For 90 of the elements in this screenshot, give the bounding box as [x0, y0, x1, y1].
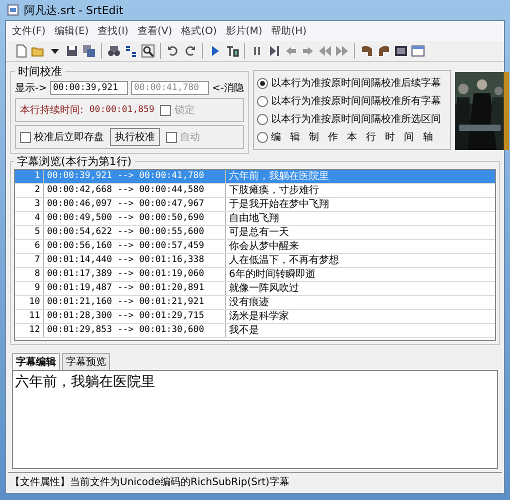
subtitle-text: 自由地飞翔 — [228, 212, 280, 225]
subtitle-row[interactable]: 10 00:01:21,160 --> 00:01:21,921 没有痕迹 — [15, 296, 495, 310]
subtitle-text: 下肢瘫痪，寸步难行 — [228, 184, 320, 197]
subtitle-row[interactable]: 11 00:01:28,300 --> 00:01:29,715 汤米是科学家 — [15, 310, 495, 324]
hide-label: <-消隐 — [212, 82, 244, 95]
tab[interactable]: 字幕编辑 — [12, 353, 60, 370]
time-range: 00:01:21,160 --> 00:01:21,921 — [44, 296, 226, 309]
save-icon[interactable] — [65, 44, 79, 58]
menu-item[interactable]: 编辑(E) — [54, 24, 89, 38]
row-number: 9 — [15, 282, 44, 295]
row-number: 8 — [15, 268, 44, 281]
subtitle-text: 汤米是科学家 — [228, 310, 290, 323]
save-checkbox[interactable]: 校准后立即存盘 — [20, 130, 104, 144]
row-number: 2 — [15, 184, 44, 197]
subtitle-row[interactable]: 2 00:00:42,668 --> 00:00:44,580 下肢瘫痪，寸步难行 — [15, 184, 495, 198]
tab[interactable]: 字幕预览 — [62, 353, 110, 370]
menu-item[interactable]: 文件(F) — [12, 24, 46, 38]
binoculars-icon[interactable] — [107, 44, 121, 58]
duration-value: 00:00:01,859 — [89, 105, 154, 115]
radio-label[interactable]: 以本行为准按原时间间隔校准后续字幕 — [271, 76, 447, 90]
start-time-field[interactable]: 00:00:39,921 — [50, 81, 128, 95]
menu-item[interactable]: 查看(V) — [137, 24, 172, 38]
subtitle-text: 没有痕迹 — [228, 296, 270, 309]
row-number: 5 — [15, 226, 44, 239]
row-number: 7 — [15, 254, 44, 267]
row-number: 12 — [15, 324, 44, 337]
subtitle-row[interactable]: 4 00:00:49,500 --> 00:00:50,690 自由地飞翔 — [15, 212, 495, 226]
window-title: 阿凡达.srt - SrtEdit — [24, 2, 124, 18]
insert-icon[interactable] — [225, 44, 239, 58]
subtitle-row[interactable]: 8 00:01:17,389 --> 00:01:19,060 6年的时间转瞬即逝 — [15, 268, 495, 282]
time-range: 00:01:14,440 --> 00:01:16,338 — [44, 254, 226, 267]
time-range: 00:00:49,500 --> 00:00:50,690 — [44, 212, 226, 225]
menu-item[interactable]: 查找(I) — [98, 24, 128, 38]
time-range: 00:00:42,668 --> 00:00:44,580 — [44, 184, 226, 197]
time-range: 00:01:29,853 --> 00:01:30,600 — [44, 324, 226, 337]
subtitle-row[interactable]: 6 00:00:56,160 --> 00:00:57,459 你会从梦中醒来 — [15, 240, 495, 254]
time-range: 00:00:39,921 --> 00:00:41,780 — [44, 170, 226, 183]
time-range: 00:00:54,622 --> 00:00:55,600 — [44, 226, 226, 239]
subtitle-row[interactable]: 12 00:01:29,853 --> 00:01:30,600 我不是 — [15, 324, 495, 338]
radio-button[interactable] — [257, 96, 268, 106]
redo-icon[interactable] — [183, 44, 197, 58]
calibrate-button[interactable]: 执行校准 — [110, 128, 160, 146]
radio-button[interactable] — [257, 132, 268, 142]
step-icon[interactable] — [267, 44, 281, 58]
menu-item[interactable]: 影片(M) — [226, 24, 262, 38]
menu-item[interactable]: 格式(O) — [181, 24, 217, 38]
radio-label[interactable]: 编辑制作本行时间轴 — [271, 130, 447, 144]
show-label: 显示-> — [15, 82, 47, 95]
film-icon[interactable] — [394, 44, 408, 58]
window-icon[interactable] — [411, 44, 425, 58]
time-range: 00:01:17,389 --> 00:01:19,060 — [44, 268, 226, 281]
radio-button[interactable] — [257, 114, 268, 124]
subtitle-row[interactable]: 9 00:01:19,487 --> 00:01:20,891 就像一阵风吹过 — [15, 282, 495, 296]
group-title: 字幕浏览(本行为第1行) — [16, 154, 133, 169]
subtitle-row[interactable]: 3 00:00:46,097 --> 00:00:47,967 于是我开始在梦中飞翔 — [15, 198, 495, 212]
row-number: 10 — [15, 296, 44, 309]
undo-icon[interactable] — [166, 44, 180, 58]
row-number: 6 — [15, 240, 44, 253]
group-title: 时间校准 — [17, 64, 63, 79]
time-range: 00:01:28,300 --> 00:01:29,715 — [44, 310, 226, 323]
subtitle-text: 你会从梦中醒来 — [228, 240, 300, 253]
time-range: 00:01:19,487 --> 00:01:20,891 — [44, 282, 226, 295]
row-number: 4 — [15, 212, 44, 225]
menu-item[interactable]: 帮助(H) — [271, 24, 307, 38]
radio-label[interactable]: 以本行为准按原时间间隔校准所有字幕 — [271, 94, 447, 108]
row-number: 3 — [15, 198, 44, 211]
magnifier-icon[interactable] — [141, 44, 155, 58]
subtitle-text: 可是总有一天 — [228, 226, 290, 239]
subtitle-text: 于是我开始在梦中飞翔 — [228, 198, 330, 211]
time-range: 00:00:46,097 --> 00:00:47,967 — [44, 198, 226, 211]
status-bar: 【文件属性】当前文件为Unicode编码的RichSubRip(Srt)字幕 — [8, 472, 502, 491]
end-time-field[interactable]: 00:00:41,780 — [131, 81, 209, 95]
app-icon — [7, 4, 19, 16]
replace-icon[interactable] — [124, 44, 138, 58]
row-number: 11 — [15, 310, 44, 323]
radio-button[interactable] — [257, 78, 268, 88]
subtitle-editor[interactable]: 六年前，我躺在医院里 — [12, 370, 498, 469]
row-number: 1 — [15, 170, 44, 183]
subtitle-text: 就像一阵风吹过 — [228, 282, 300, 295]
subtitle-text: 六年前，我躺在医院里 — [228, 170, 330, 183]
subtitle-row[interactable]: 5 00:00:54,622 --> 00:00:55,600 可是总有一天 — [15, 226, 495, 240]
time-range: 00:00:56,160 --> 00:00:57,459 — [44, 240, 226, 253]
new-file-icon[interactable] — [14, 44, 28, 58]
subtitle-row[interactable]: 7 00:01:14,440 --> 00:01:16,338 人在低温下，不再有梦想 — [15, 254, 495, 268]
save-all-icon[interactable] — [82, 44, 96, 58]
subtitle-text: 6年的时间转瞬即逝 — [228, 268, 316, 281]
subtitle-text: 我不是 — [228, 324, 260, 337]
duration-label: 本行持续时间: — [20, 104, 84, 117]
radio-label[interactable]: 以本行为准按原时间间隔校准所选区间 — [271, 112, 447, 126]
subtitle-text: 人在低温下，不再有梦想 — [228, 254, 340, 267]
